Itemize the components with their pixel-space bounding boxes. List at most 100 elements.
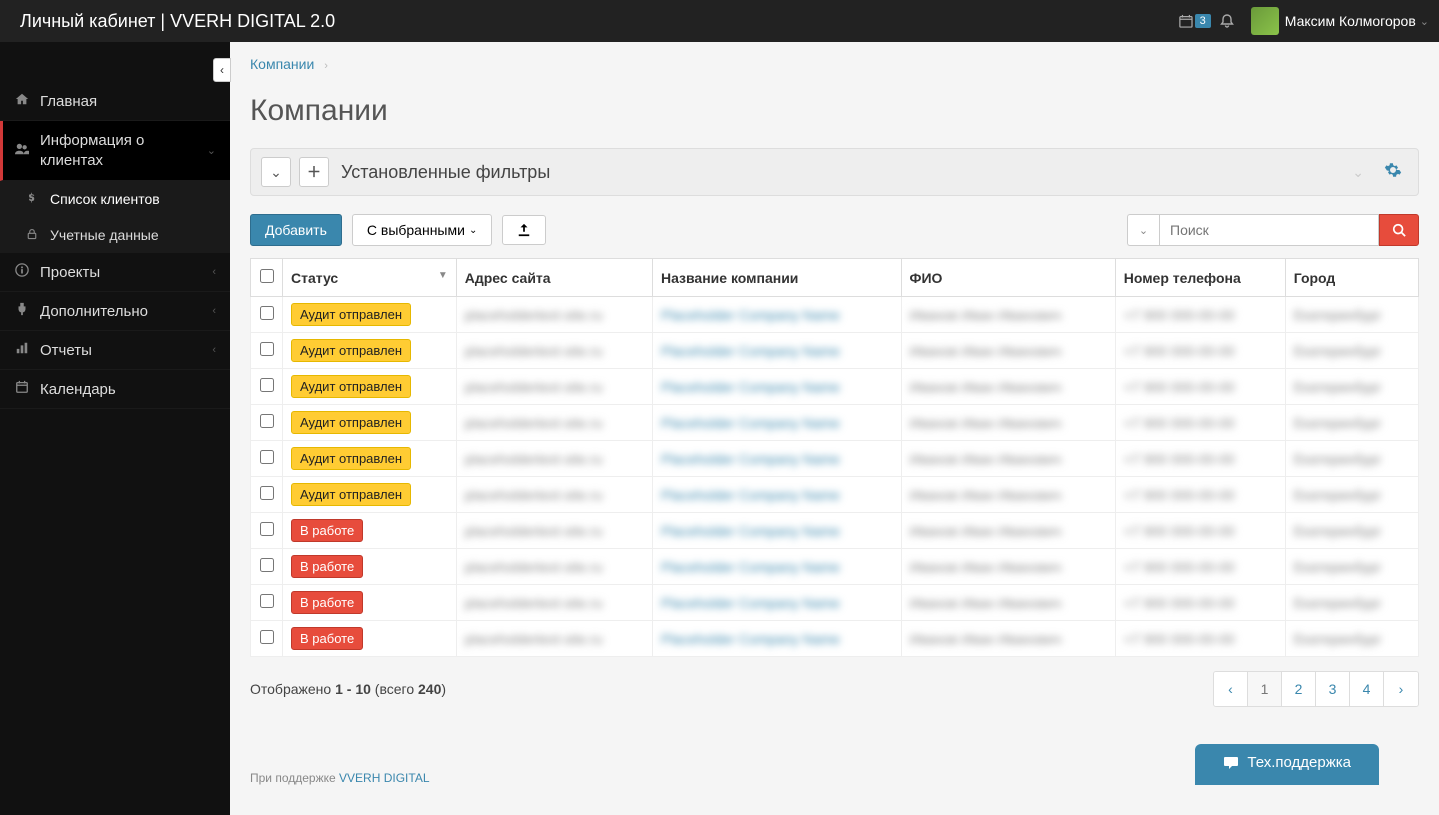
status-badge: Аудит отправлен (291, 303, 411, 326)
blurred-cell: Placeholder Company Name (661, 487, 840, 503)
row-checkbox[interactable] (260, 594, 274, 608)
search-button[interactable] (1379, 214, 1419, 246)
row-checkbox[interactable] (260, 414, 274, 428)
toolbar: Добавить С выбранными ⌄ ⌄ (250, 214, 1419, 246)
table-row[interactable]: В работеplaceholdertext-site.ruPlacehold… (251, 513, 1419, 549)
sidebar-item[interactable]: Календарь (0, 370, 230, 409)
topbar: Личный кабинет | VVERH DIGITAL 2.0 3 Мак… (0, 0, 1439, 42)
status-badge: В работе (291, 555, 363, 578)
chevron-icon: ‹ (212, 266, 216, 278)
col-phone[interactable]: Номер телефона (1115, 259, 1285, 297)
status-badge: Аудит отправлен (291, 483, 411, 506)
filter-options-chevron-icon[interactable]: ⌄ (1346, 164, 1370, 181)
upload-button[interactable] (502, 215, 546, 245)
blurred-cell: +7 900 000-00-00 (1124, 523, 1235, 539)
pager-page[interactable]: 3 (1316, 672, 1350, 706)
blurred-cell: Екатеринбург (1294, 415, 1382, 431)
sidebar-item[interactable]: Проекты‹ (0, 253, 230, 292)
pager-next[interactable]: › (1384, 672, 1418, 706)
row-checkbox[interactable] (260, 486, 274, 500)
blurred-cell: placeholdertext-site.ru (465, 559, 603, 575)
blurred-cell: placeholdertext-site.ru (465, 487, 603, 503)
blurred-cell: +7 900 000-00-00 (1124, 631, 1235, 647)
status-badge: В работе (291, 519, 363, 542)
add-button[interactable]: Добавить (250, 214, 342, 246)
pager-page[interactable]: 1 (1248, 672, 1282, 706)
tech-support-button[interactable]: Тех.поддержка (1195, 744, 1379, 785)
status-badge: В работе (291, 627, 363, 650)
blurred-cell: Иванов Иван Иванович (910, 415, 1062, 431)
col-status[interactable]: Статус▼ (283, 259, 457, 297)
sidebar-item[interactable]: Информация о клиентах⌄ (0, 121, 230, 181)
filter-title: Установленные фильтры (341, 162, 550, 183)
row-checkbox[interactable] (260, 558, 274, 572)
filter-add-button[interactable]: ＋ (299, 157, 329, 187)
user-name[interactable]: Максим Колмогоров (1285, 13, 1416, 29)
companies-table: Статус▼ Адрес сайта Название компании ФИ… (250, 258, 1419, 657)
blurred-cell: Placeholder Company Name (661, 523, 840, 539)
table-row[interactable]: Аудит отправленplaceholdertext-site.ruPl… (251, 333, 1419, 369)
blurred-cell: Placeholder Company Name (661, 343, 840, 359)
sidebar-item[interactable]: Дополнительно‹ (0, 292, 230, 331)
blurred-cell: +7 900 000-00-00 (1124, 307, 1235, 323)
table-row[interactable]: Аудит отправленplaceholdertext-site.ruPl… (251, 369, 1419, 405)
page-title: Компании (250, 94, 1419, 128)
blurred-cell: +7 900 000-00-00 (1124, 487, 1235, 503)
chevron-down-icon: ⌄ (469, 225, 477, 236)
pager-prev[interactable]: ‹ (1214, 672, 1248, 706)
col-fio[interactable]: ФИО (901, 259, 1115, 297)
search-group: ⌄ (1127, 214, 1419, 246)
blurred-cell: Екатеринбург (1294, 343, 1382, 359)
table-row[interactable]: В работеplaceholdertext-site.ruPlacehold… (251, 549, 1419, 585)
breadcrumb-link[interactable]: Компании (250, 56, 314, 72)
sidebar-collapse-button[interactable]: ‹ (213, 58, 231, 82)
col-city[interactable]: Город (1285, 259, 1418, 297)
blurred-cell: Екатеринбург (1294, 595, 1382, 611)
sort-desc-icon: ▼ (438, 270, 448, 281)
row-checkbox[interactable] (260, 450, 274, 464)
row-checkbox[interactable] (260, 342, 274, 356)
search-scope-button[interactable]: ⌄ (1127, 214, 1159, 246)
select-all-checkbox[interactable] (260, 269, 274, 283)
calendar-notif-icon[interactable]: 3 (1179, 0, 1211, 42)
blurred-cell: Иванов Иван Иванович (910, 631, 1062, 647)
search-input[interactable] (1159, 214, 1379, 246)
bell-icon[interactable] (1211, 0, 1243, 42)
breadcrumb-chevron-icon: › (324, 60, 328, 72)
filter-settings-icon[interactable] (1378, 161, 1408, 184)
row-checkbox[interactable] (260, 306, 274, 320)
cal-icon (14, 380, 30, 398)
table-row[interactable]: В работеplaceholdertext-site.ruPlacehold… (251, 621, 1419, 657)
sidebar-item-label: Список клиентов (50, 191, 216, 207)
sidebar-subitem[interactable]: Учетные данные (0, 217, 230, 253)
col-company[interactable]: Название компании (652, 259, 901, 297)
blurred-cell: placeholdertext-site.ru (465, 307, 603, 323)
selected-actions-button[interactable]: С выбранными ⌄ (352, 214, 492, 246)
row-checkbox[interactable] (260, 630, 274, 644)
table-row[interactable]: Аудит отправленplaceholdertext-site.ruPl… (251, 405, 1419, 441)
sidebar-subitem[interactable]: Список клиентов (0, 181, 230, 217)
support-link[interactable]: VVERH DIGITAL (339, 771, 429, 785)
row-checkbox[interactable] (260, 522, 274, 536)
blurred-cell: Placeholder Company Name (661, 451, 840, 467)
table-row[interactable]: В работеplaceholdertext-site.ruPlacehold… (251, 585, 1419, 621)
blurred-cell: Иванов Иван Иванович (910, 343, 1062, 359)
blurred-cell: Иванов Иван Иванович (910, 559, 1062, 575)
table-row[interactable]: Аудит отправлен placeholdertext-site.ru Pl… (251, 477, 1419, 513)
pager-page[interactable]: 4 (1350, 672, 1384, 706)
filter-collapse-button[interactable]: ⌄ (261, 157, 291, 187)
pager-page[interactable]: 2 (1282, 672, 1316, 706)
table-row[interactable]: Аудит отправленplaceholdertext-site.ruPl… (251, 441, 1419, 477)
table-footer: Отображено 1 - 10 (всего 240) ‹1234› (250, 657, 1419, 721)
row-checkbox[interactable] (260, 378, 274, 392)
sidebar-item[interactable]: Отчеты‹ (0, 331, 230, 370)
info-icon (14, 263, 30, 281)
user-chevron-down-icon[interactable]: ⌄ (1420, 15, 1429, 28)
table-row[interactable]: Аудит отправленplaceholdertext-site.ruPl… (251, 297, 1419, 333)
avatar[interactable] (1251, 7, 1279, 35)
home-icon (14, 92, 30, 110)
col-site[interactable]: Адрес сайта (456, 259, 652, 297)
blurred-cell: Placeholder Company Name (661, 379, 840, 395)
sidebar-item[interactable]: Главная (0, 82, 230, 121)
dollar-icon (24, 191, 40, 207)
